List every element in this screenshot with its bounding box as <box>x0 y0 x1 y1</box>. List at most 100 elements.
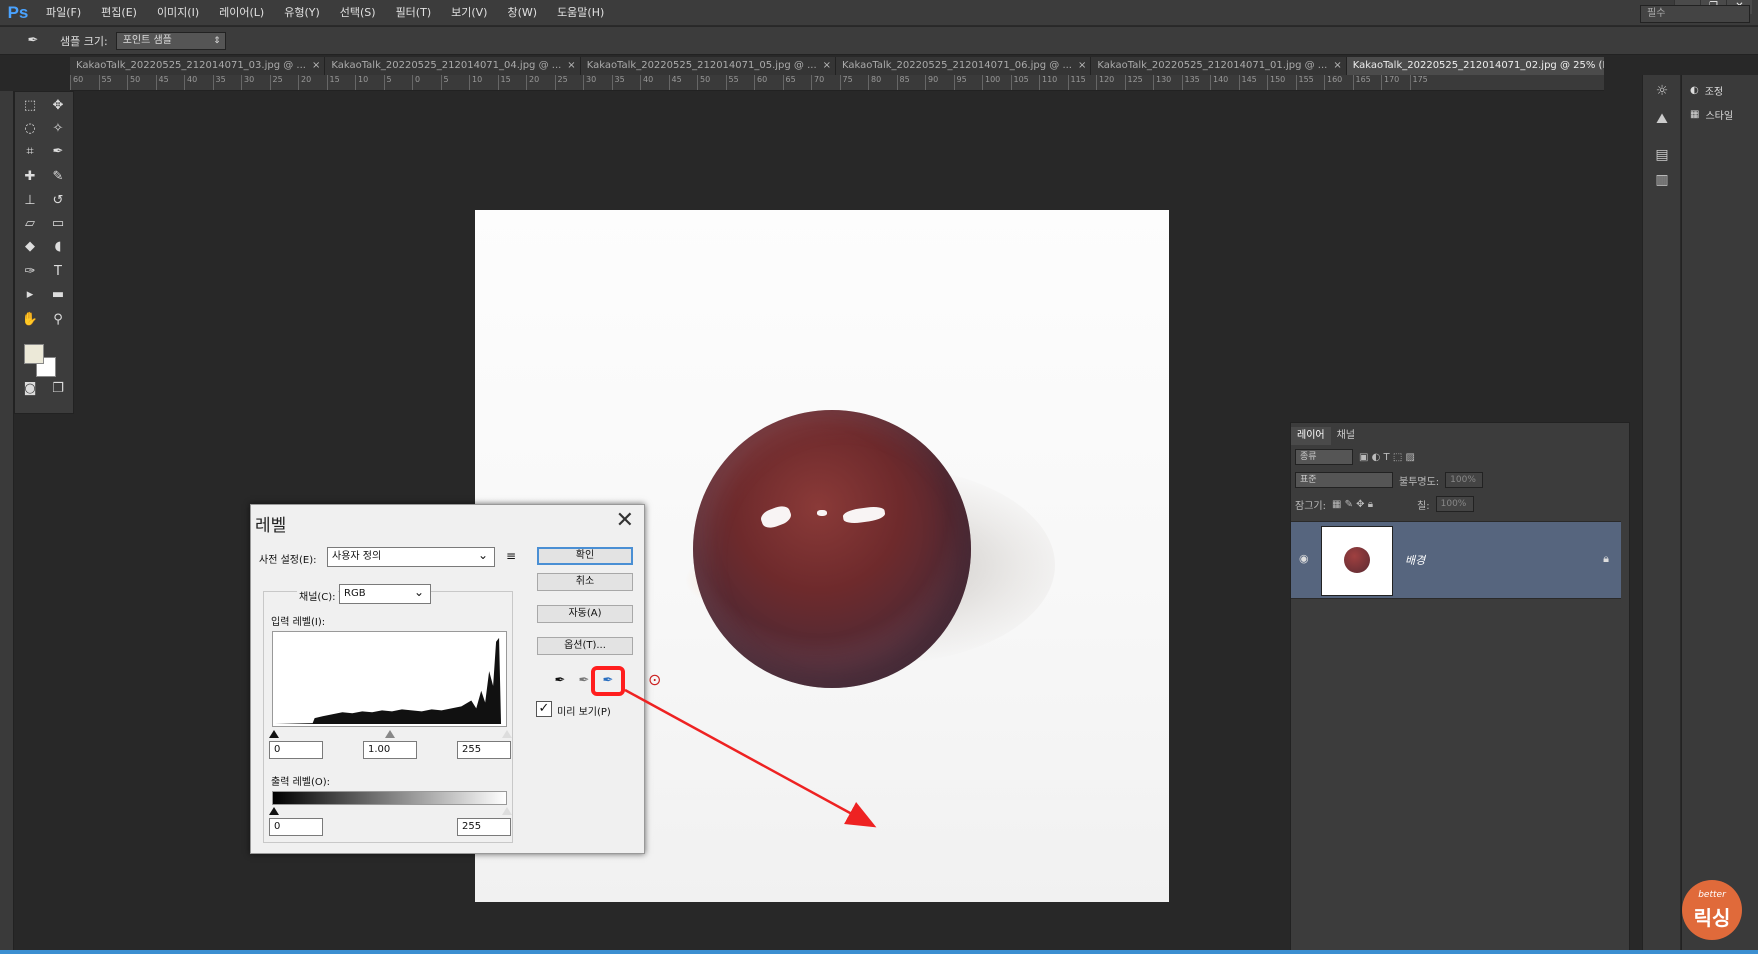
ruler-tick: 30 <box>583 75 612 90</box>
lock-icons[interactable]: ▦ ✎ ✥ 🔒︎ <box>1332 499 1373 510</box>
pen-tool-icon[interactable]: ✑ <box>19 262 41 282</box>
black-point-eyedropper-icon[interactable]: ✒ <box>549 671 571 691</box>
output-white-field[interactable]: 255 <box>457 818 511 836</box>
layer-kind-select[interactable]: 종류 <box>1295 449 1353 465</box>
histogram-icon[interactable]: ⛰ <box>1652 109 1672 129</box>
ruler-horizontal: 60 55 50 45 40 35 30 25 20 15 10 5 0 5 10 15 20 25 30 35 40 4… <box>70 75 1604 91</box>
foreground-color-swatch[interactable] <box>24 344 44 364</box>
tab-channels[interactable]: 채널 <box>1331 427 1361 445</box>
lasso-tool-icon[interactable]: ◌ <box>19 119 41 139</box>
opacity-label: 불투명도: <box>1399 476 1440 488</box>
quick-mask-icon[interactable]: ◙ <box>19 379 41 399</box>
input-black-field[interactable]: 0 <box>269 741 323 759</box>
eyedropper-icon[interactable]: ✒ <box>20 31 46 51</box>
properties-icon[interactable]: ▤ <box>1652 145 1672 165</box>
zoom-tool-icon[interactable]: ⚲ <box>47 310 69 330</box>
ok-button[interactable]: 확인 <box>537 547 633 565</box>
history-brush-tool-icon[interactable]: ↺ <box>47 191 69 211</box>
channel-select[interactable]: RGB <box>339 583 431 604</box>
input-white-slider[interactable] <box>502 730 512 738</box>
visibility-eye-icon[interactable]: ◉ <box>1299 552 1309 565</box>
preview-checkbox[interactable]: ✓ <box>536 701 552 717</box>
output-white-slider[interactable] <box>502 807 512 815</box>
opacity-field[interactable]: 100% <box>1445 472 1484 488</box>
filter-icons[interactable]: ▣ ◐ T ⬚ ▨ <box>1359 452 1415 463</box>
preset-menu-icon[interactable]: ≡ <box>506 549 516 563</box>
path-selection-tool-icon[interactable]: ▸ <box>19 285 41 305</box>
marquee-tool-icon[interactable]: ⬚ <box>19 96 41 116</box>
sample-size-select[interactable]: 포인트 샘플 <box>115 31 226 50</box>
layer-name[interactable]: 배경 <box>1405 552 1425 568</box>
tab-close-icon[interactable]: × <box>823 57 831 75</box>
blur-tool-icon[interactable]: ◆ <box>19 237 41 257</box>
input-white-field[interactable]: 255 <box>457 741 511 759</box>
document-tab[interactable]: KakaoTalk_20220525_212014071_02.jpg @ 25… <box>1346 57 1604 75</box>
dock-styles[interactable]: ▦ 스타일 <box>1690 107 1733 122</box>
document-tab[interactable]: KakaoTalk_20220525_212014071_06.jpg @ ..… <box>836 57 1092 75</box>
close-icon[interactable]: ✕ <box>616 508 634 533</box>
ruler-tick: 155 <box>1295 75 1325 90</box>
preset-select[interactable]: 사용자 정의 <box>327 546 495 567</box>
tab-close-icon[interactable]: × <box>1333 57 1341 75</box>
menu-item-3[interactable]: 레이어(L) <box>209 0 274 26</box>
tab-close-icon[interactable]: × <box>1078 57 1086 75</box>
auto-button[interactable]: 자동(A) <box>537 605 633 623</box>
move-tool-icon[interactable]: ✥ <box>47 96 69 116</box>
menu-item-0[interactable]: 파일(F) <box>36 0 91 26</box>
notes-icon[interactable]: ▥ <box>1652 170 1672 190</box>
crop-tool-icon[interactable]: ⌗ <box>19 142 41 162</box>
healing-brush-tool-icon[interactable]: ✚ <box>19 167 41 187</box>
magic-wand-tool-icon[interactable]: ✧ <box>47 119 69 139</box>
document-tab[interactable]: KakaoTalk_20220525_212014071_04.jpg @ ..… <box>325 57 581 75</box>
hand-tool-icon[interactable]: ✋ <box>19 310 41 330</box>
workspace-select[interactable]: 필수 <box>1640 5 1750 23</box>
input-black-slider[interactable] <box>269 730 279 738</box>
menu-items: 파일(F) 편집(E) 이미지(I) 레이어(L) 유형(Y) 선택(S) 필터(T) 보기(… <box>36 0 614 26</box>
ruler-tick: 95 <box>953 75 983 90</box>
document-tab[interactable]: KakaoTalk_20220525_212014071_05.jpg @ ..… <box>580 57 837 75</box>
menu-item-4[interactable]: 유형(Y) <box>274 0 330 26</box>
fill-field[interactable]: 100% <box>1435 496 1474 512</box>
ruler-tick: 100 <box>982 75 1011 90</box>
ruler-tick: 165 <box>1352 75 1382 90</box>
ruler-tick: 40 <box>640 75 669 90</box>
output-black-slider[interactable] <box>269 807 279 815</box>
input-gamma-field[interactable]: 1.00 <box>363 741 417 759</box>
document-tab[interactable]: KakaoTalk_20220525_212014071_01.jpg @ ..… <box>1091 57 1347 75</box>
brush-tool-icon[interactable]: ✎ <box>47 167 69 187</box>
document-tabs: KakaoTalk_20220525_212014071_03.jpg @ ..… <box>70 57 1604 75</box>
menu-item-9[interactable]: 도움말(H) <box>547 0 614 26</box>
menu-item-1[interactable]: 편집(E) <box>91 0 147 26</box>
options-button[interactable]: 옵션(T)... <box>537 637 633 655</box>
blend-mode-select[interactable]: 표준 <box>1295 472 1393 488</box>
document-tab[interactable]: KakaoTalk_20220525_212014071_03.jpg @ ..… <box>70 57 326 75</box>
shape-tool-icon[interactable]: ▬ <box>47 285 69 305</box>
cancel-button[interactable]: 취소 <box>537 573 633 591</box>
menu-item-6[interactable]: 필터(T) <box>386 0 442 26</box>
ruler-tick: 15 <box>326 75 356 90</box>
screen-mode-icon[interactable]: ❐ <box>47 379 69 399</box>
styles-icon: ▦ <box>1690 109 1700 120</box>
tab-close-icon[interactable]: × <box>567 57 575 75</box>
tab-layers[interactable]: 레이어 <box>1291 427 1331 445</box>
type-tool-icon[interactable]: T <box>47 262 69 282</box>
ruler-tick: 60 <box>70 75 99 90</box>
tab-close-icon[interactable]: × <box>312 57 320 75</box>
dock-adjust[interactable]: ◐ 조정 <box>1690 83 1723 98</box>
adjustments-icon[interactable]: ☼ <box>1652 81 1672 101</box>
gradient-tool-icon[interactable]: ▭ <box>47 214 69 234</box>
eraser-tool-icon[interactable]: ▱ <box>19 214 41 234</box>
output-black-field[interactable]: 0 <box>269 818 323 836</box>
menu-item-5[interactable]: 선택(S) <box>330 0 386 26</box>
stamp-tool-icon[interactable]: ⊥ <box>19 191 41 211</box>
layer-row[interactable]: ◉ 배경 🔒︎ <box>1291 521 1621 599</box>
input-gamma-slider[interactable] <box>385 730 395 738</box>
eyedropper-tool-icon[interactable]: ✒ <box>47 142 69 162</box>
ruler-tick: 5 <box>383 75 413 90</box>
menu-item-8[interactable]: 창(W) <box>497 0 547 26</box>
menu-item-7[interactable]: 보기(V) <box>441 0 497 26</box>
output-levels-label: 출력 레벨(O): <box>271 777 331 788</box>
menu-item-2[interactable]: 이미지(I) <box>147 0 209 26</box>
ruler-tick: 50 <box>697 75 726 90</box>
dodge-tool-icon[interactable]: ◖ <box>47 237 69 257</box>
